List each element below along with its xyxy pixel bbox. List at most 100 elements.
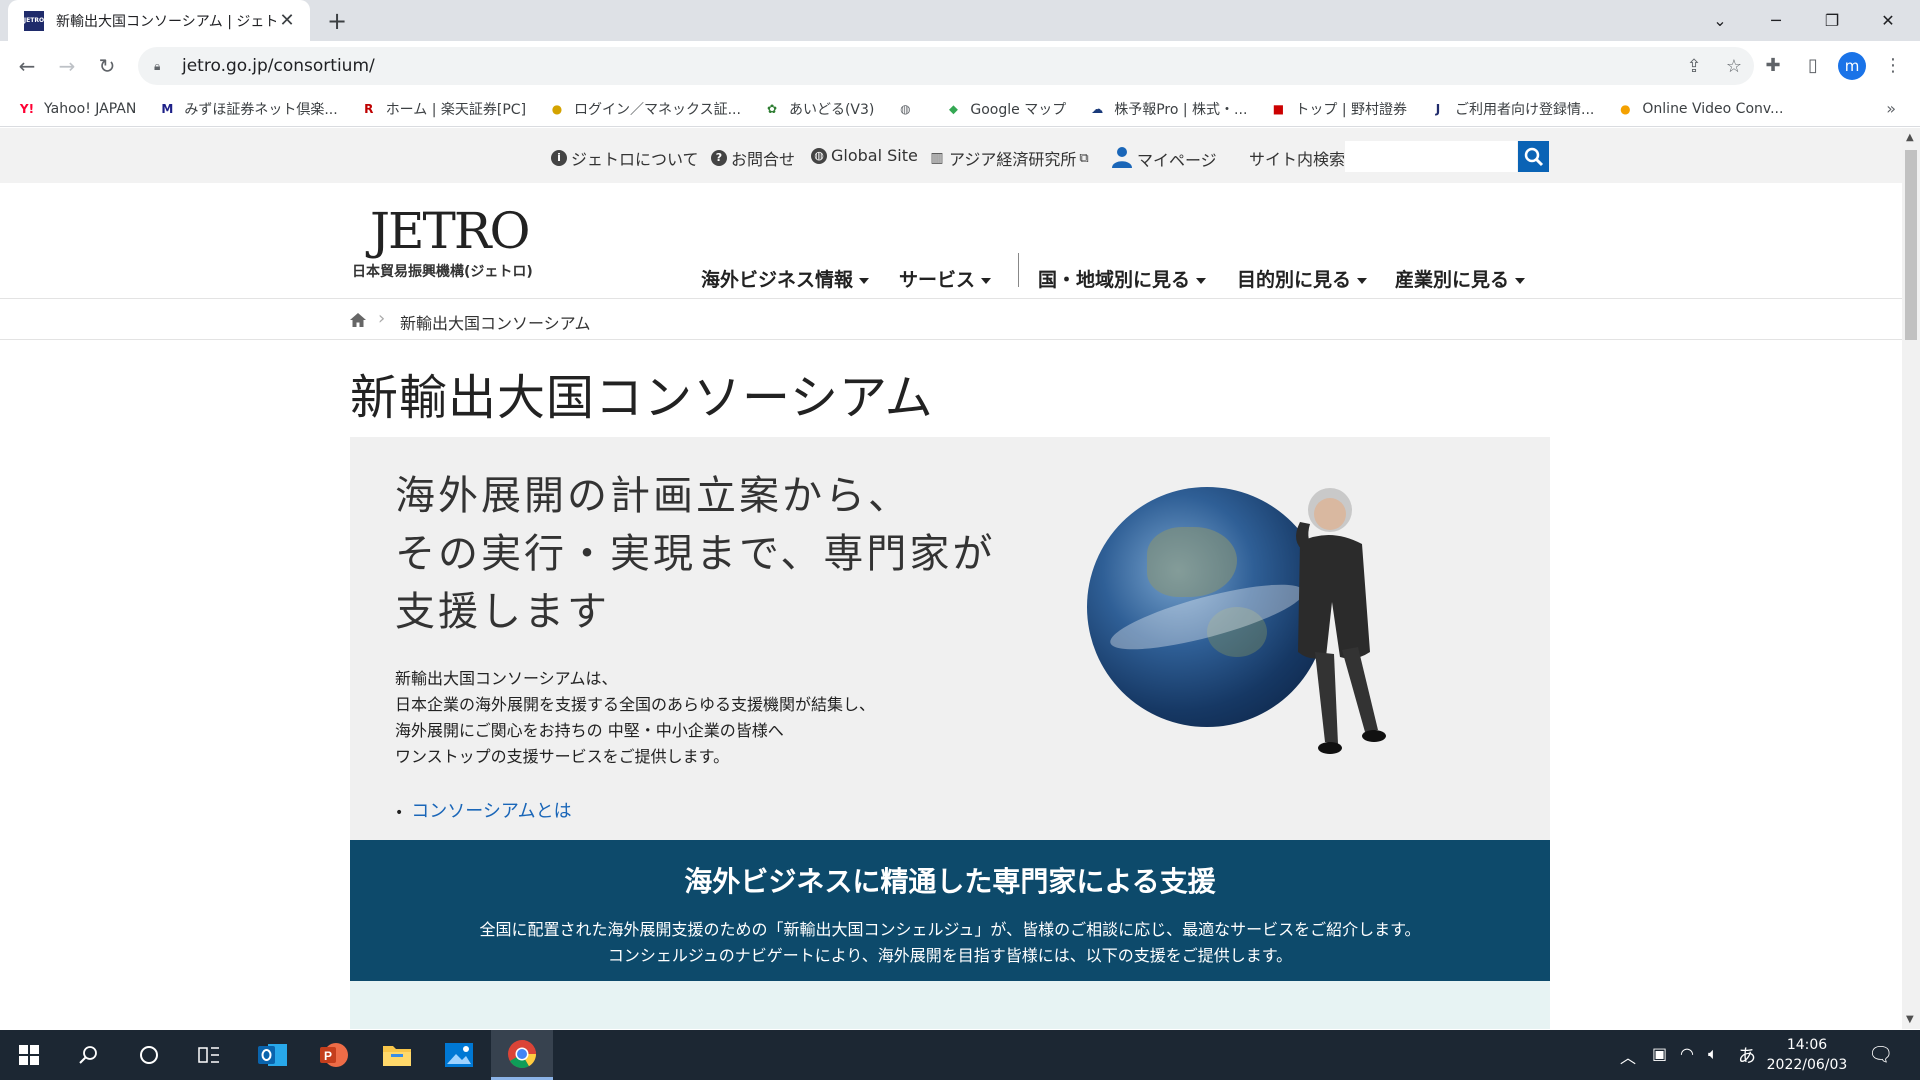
- person-icon: [1111, 146, 1133, 172]
- scroll-up-arrow-icon[interactable]: ▲: [1906, 132, 1914, 143]
- util-link-mypage[interactable]: マイページ: [1111, 146, 1217, 172]
- windows-taskbar: P ︿ ▣ ◠ 🔈︎ あ 14:06 2022/06/03 🗨︎: [0, 1030, 1920, 1080]
- powerpoint-icon: P: [320, 1043, 348, 1067]
- side-panel-icon[interactable]: ▯: [1798, 51, 1828, 81]
- taskbar-outlook[interactable]: [244, 1030, 302, 1080]
- util-link-contact[interactable]: ? お問合せ: [711, 146, 795, 170]
- gnav-divider: [1018, 253, 1019, 287]
- util-link-ide[interactable]: ▥ アジア経済研究所 ⧉: [929, 146, 1089, 170]
- forward-button[interactable]: →: [52, 51, 82, 81]
- nomura-icon: ■: [1272, 101, 1285, 116]
- tray-overflow-chevron-icon[interactable]: ︿: [1620, 1044, 1636, 1068]
- notification-center-icon[interactable]: 🗨︎: [1868, 1042, 1893, 1066]
- jetro-icon: J: [1435, 101, 1441, 116]
- bookmark-nomura[interactable]: ■ トップ | 野村證券: [1269, 99, 1407, 119]
- kebab-menu-icon[interactable]: ⋮: [1878, 51, 1908, 81]
- url-text[interactable]: jetro.go.jp/consortium/: [182, 56, 1674, 76]
- bookmark-kabuyoho[interactable]: ☁ 株予報Pro | 株式・...: [1088, 99, 1247, 119]
- tray-volume-icon[interactable]: 🔈︎: [1708, 1044, 1718, 1064]
- bookmark-idol[interactable]: ✿ あいどる(V3): [763, 99, 874, 119]
- gnav-services[interactable]: サービス: [899, 265, 991, 292]
- ime-indicator[interactable]: あ: [1738, 1042, 1756, 1068]
- bookmark-rakuten[interactable]: R ホーム | 楽天証券[PC]: [360, 99, 526, 119]
- share-icon[interactable]: ⇪: [1674, 56, 1714, 77]
- bookmark-star-icon[interactable]: ☆: [1714, 56, 1754, 77]
- bookmark-globe[interactable]: ◍: [896, 100, 922, 118]
- folder-icon: [383, 1046, 411, 1066]
- about-consortium-link[interactable]: • コンソーシアムとは: [395, 797, 572, 823]
- gnav-by-country[interactable]: 国・地域別に見る: [1038, 265, 1206, 292]
- extensions-puzzle-icon[interactable]: ✚: [1758, 51, 1788, 81]
- task-view-icon: [198, 1047, 219, 1063]
- jetro-favicon-icon: JETRO: [24, 10, 44, 31]
- profile-avatar[interactable]: m: [1838, 52, 1866, 80]
- bookmark-online-video-converter[interactable]: ● Online Video Conv...: [1616, 100, 1783, 118]
- minimize-button[interactable]: ─: [1748, 0, 1804, 41]
- new-tab-button[interactable]: +: [322, 6, 352, 36]
- reload-button[interactable]: ↻: [92, 51, 122, 81]
- bookmarks-bar: Y! Yahoo! JAPAN M みずほ証券ネット倶楽... R ホーム | 楽天証…: [0, 91, 1920, 127]
- windows-start-button[interactable]: [0, 1030, 58, 1080]
- taskbar-powerpoint[interactable]: P: [305, 1030, 363, 1080]
- site-search-label: サイト内検索: [1249, 150, 1346, 169]
- tab-close-icon[interactable]: ✕: [276, 10, 298, 31]
- logo-subtitle: 日本貿易振興機構(ジェトロ): [352, 264, 533, 280]
- bookmarks-overflow-icon[interactable]: »: [1886, 99, 1896, 118]
- address-bar[interactable]: 🔒︎ jetro.go.jp/consortium/ ⇪ ☆: [138, 47, 1754, 85]
- yahoo-icon: Y!: [19, 101, 35, 116]
- page-scrollbar[interactable]: ▲ ▼: [1902, 128, 1920, 1029]
- taskbar-search-button[interactable]: [60, 1030, 118, 1080]
- tab-search-chevron-icon[interactable]: ⌄: [1692, 0, 1748, 41]
- svg-text:P: P: [324, 1049, 332, 1063]
- globe-icon: ◍: [811, 147, 827, 164]
- expert-support-banner: 海外ビジネスに精通した専門家による支援 全国に配置された海外展開支援のための「新…: [350, 840, 1550, 1017]
- gnav-overseas-business-info[interactable]: 海外ビジネス情報: [701, 265, 869, 292]
- bookmark-mizuho[interactable]: M みずほ証券ネット倶楽...: [158, 99, 337, 119]
- hero-heading: 海外展開の計画立案から、 その実行・実現まで、専門家が 支援します: [395, 473, 996, 635]
- search-icon: [1524, 147, 1543, 166]
- banner-text-line-2: コンシェルジュのナビゲートにより、海外展開を目指す皆様には、以下の支援をご提供し…: [607, 946, 1293, 965]
- cortana-button[interactable]: [120, 1030, 178, 1080]
- breadcrumb-chevron-icon: ›: [378, 308, 386, 329]
- tray-network-icon[interactable]: ◠: [1680, 1044, 1694, 1063]
- info-icon: i: [551, 150, 567, 166]
- jetro-logo[interactable]: JETRO 日本貿易振興機構(ジェトロ): [352, 203, 542, 281]
- taskbar-chrome[interactable]: [491, 1030, 553, 1080]
- gnav-by-industry[interactable]: 産業別に見る: [1395, 265, 1525, 292]
- taskbar-clock[interactable]: 14:06 2022/06/03: [1762, 1035, 1852, 1075]
- logo-wordmark: JETRO: [370, 202, 531, 260]
- bookmark-yahoo[interactable]: Y! Yahoo! JAPAN: [18, 100, 136, 118]
- clock-date: 2022/06/03: [1766, 1057, 1848, 1073]
- tray-device-icon[interactable]: ▣: [1652, 1044, 1667, 1063]
- home-icon[interactable]: [350, 313, 366, 327]
- site-search-button[interactable]: [1518, 141, 1549, 172]
- bookmark-google-maps[interactable]: ⬥ Google マップ: [944, 99, 1066, 119]
- idol-icon: ✿: [766, 101, 777, 116]
- outlook-icon: [258, 1044, 287, 1066]
- businessman-image: [1296, 488, 1386, 754]
- back-button[interactable]: ←: [12, 51, 42, 81]
- bookmark-monex[interactable]: ● ログイン／マネックス証...: [548, 99, 741, 119]
- gnav-by-purpose[interactable]: 目的別に見る: [1237, 265, 1367, 292]
- restore-button[interactable]: ❐: [1804, 0, 1860, 41]
- util-link-about[interactable]: i ジェトロについて: [551, 146, 699, 170]
- hero-description: 新輸出大国コンソーシアムは、 日本企業の海外展開を支援する全国のあらゆる支援機関…: [395, 669, 876, 766]
- bullet-icon: •: [395, 805, 404, 821]
- close-window-button[interactable]: ✕: [1860, 0, 1916, 41]
- video-converter-icon: ●: [1620, 101, 1631, 116]
- browser-tab-active[interactable]: JETRO 新輸出大国コンソーシアム | ジェトロ ✕: [8, 0, 310, 41]
- taskbar-photos[interactable]: [430, 1030, 488, 1080]
- taskbar-file-explorer[interactable]: [368, 1030, 426, 1080]
- lock-icon[interactable]: 🔒︎: [154, 59, 168, 73]
- util-link-global-site[interactable]: ◍ Global Site: [811, 146, 918, 165]
- site-search-input[interactable]: [1345, 141, 1517, 172]
- task-view-button[interactable]: [180, 1030, 238, 1080]
- hero-section: 海外展開の計画立案から、 その実行・実現まで、専門家が 支援します 新輸出大国コ…: [350, 437, 1550, 840]
- scroll-down-arrow-icon[interactable]: ▼: [1906, 1014, 1914, 1025]
- bookmark-jetro-registration[interactable]: J ご利用者向け登録情...: [1429, 99, 1595, 119]
- clock-time: 14:06: [1786, 1037, 1828, 1053]
- scrollbar-thumb[interactable]: [1905, 150, 1917, 340]
- weather-cloud-icon: ☁: [1091, 101, 1104, 116]
- cortana-circle-icon: [140, 1046, 158, 1064]
- external-link-icon: ⧉: [1079, 150, 1089, 166]
